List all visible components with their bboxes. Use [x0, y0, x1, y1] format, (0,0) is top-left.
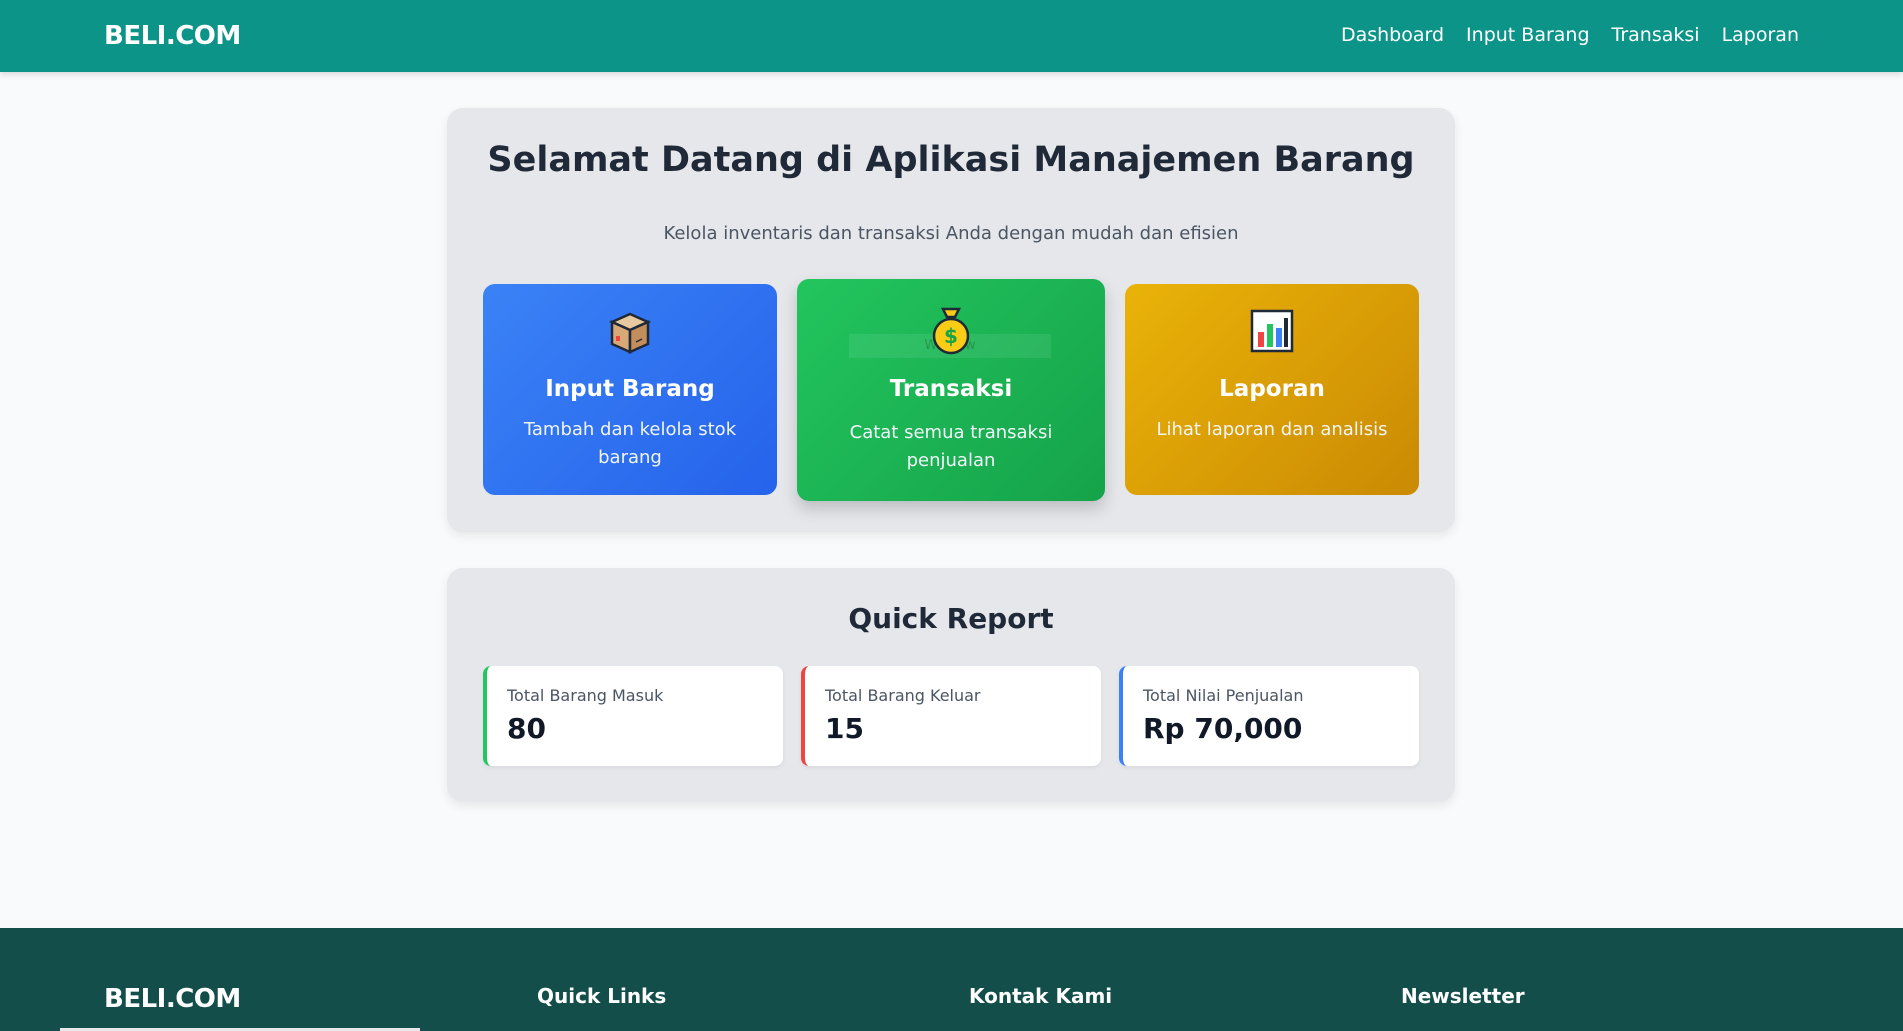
card-title: Transaksi [889, 376, 1013, 402]
stat-total-nilai-penjualan: Total Nilai Penjualan Rp 70,000 [1119, 666, 1419, 766]
card-transaksi[interactable]: Window $ Transaksi Catat semua transaksi… [797, 279, 1105, 501]
nav-links: Dashboard Input Barang Transaksi Laporan [1341, 24, 1799, 46]
footer-heading-newsletter: Newsletter [1401, 984, 1525, 1008]
stat-label: Total Barang Masuk [507, 686, 664, 705]
footer-brand: BELI.COM [104, 984, 241, 1014]
stat-value: 80 [507, 712, 546, 745]
stat-label: Total Nilai Penjualan [1143, 686, 1304, 705]
navbar: BELI.COM Dashboard Input Barang Transaks… [0, 0, 1903, 72]
nav-link-dashboard[interactable]: Dashboard [1341, 24, 1444, 46]
quick-report-panel: Quick Report Total Barang Masuk 80 Total… [447, 568, 1455, 802]
footer-heading-quick-links: Quick Links [537, 984, 667, 1008]
footer: BELI.COM Quick Links Kontak Kami Newslet… [0, 928, 1903, 1031]
nav-link-input-barang[interactable]: Input Barang [1466, 24, 1589, 46]
bar-chart-icon [1125, 308, 1419, 360]
card-description: Tambah dan kelola stok barang [523, 419, 737, 468]
card-title: Input Barang [545, 376, 715, 402]
welcome-title: Selamat Datang di Aplikasi Manajemen Bar… [487, 140, 1415, 180]
stat-label: Total Barang Keluar [825, 686, 981, 705]
brand-logo[interactable]: BELI.COM [104, 21, 241, 51]
svg-text:$: $ [944, 324, 958, 348]
card-input-barang[interactable]: Input Barang Tambah dan kelola stok bara… [483, 284, 777, 495]
quick-report-title: Quick Report [848, 602, 1054, 635]
nav-link-laporan[interactable]: Laporan [1722, 24, 1799, 46]
footer-heading-kontak-kami: Kontak Kami [969, 984, 1113, 1008]
nav-link-transaksi[interactable]: Transaksi [1612, 24, 1700, 46]
package-icon [483, 308, 777, 360]
stat-value: Rp 70,000 [1143, 712, 1303, 745]
card-description: Lihat laporan dan analisis [1156, 419, 1388, 440]
money-bag-icon: $ [797, 305, 1105, 357]
stat-total-barang-keluar: Total Barang Keluar 15 [801, 666, 1101, 766]
welcome-subtitle: Kelola inventaris dan transaksi Anda den… [663, 223, 1239, 244]
welcome-panel: Selamat Datang di Aplikasi Manajemen Bar… [447, 108, 1455, 532]
card-description: Catat semua transaksi penjualan [849, 422, 1053, 471]
card-title: Laporan [1219, 376, 1325, 402]
stat-value: 15 [825, 712, 864, 745]
card-laporan[interactable]: Laporan Lihat laporan dan analisis [1125, 284, 1419, 495]
stat-total-barang-masuk: Total Barang Masuk 80 [483, 666, 783, 766]
